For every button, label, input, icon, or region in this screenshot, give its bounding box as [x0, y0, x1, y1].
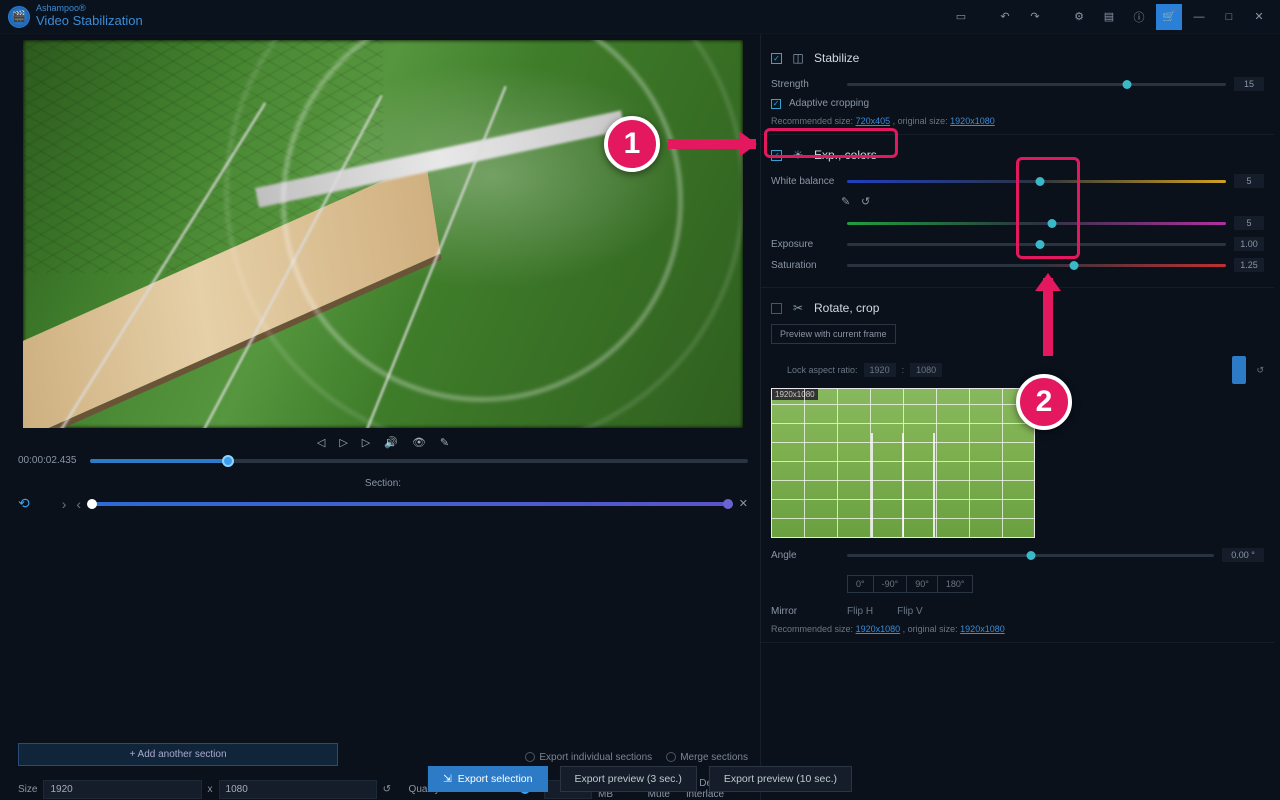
wb-value[interactable]: 5 — [1234, 174, 1264, 188]
section-close-icon[interactable]: ✕ — [739, 497, 748, 510]
exposure-value[interactable]: 1.00 — [1234, 237, 1264, 251]
saturation-label: Saturation — [771, 260, 839, 271]
brightness-icon: ☀ — [790, 147, 806, 163]
size-label: Size — [18, 784, 37, 795]
app-logo: 🎬 — [8, 6, 30, 28]
exposure-label: Exposure — [771, 239, 839, 250]
tool-icon[interactable]: ✎ — [440, 436, 449, 449]
angle-value[interactable]: 0.00 ° — [1222, 548, 1264, 562]
close-icon[interactable]: ✕ — [1246, 4, 1272, 30]
section-range-slider[interactable] — [91, 502, 729, 506]
settings-icon[interactable]: ⚙ — [1066, 4, 1092, 30]
cart-icon[interactable]: 🛒 — [1156, 4, 1182, 30]
stabilize-icon: ◫ — [790, 50, 806, 66]
crop-icon: ✂ — [790, 300, 806, 316]
stab-orig-label: , original size: — [893, 116, 948, 126]
timecode: 00:00:02.435 — [18, 455, 80, 466]
open-icon[interactable]: ▭ — [948, 4, 974, 30]
mirror-label: Mirror — [771, 606, 839, 617]
angle-slider[interactable] — [847, 554, 1214, 557]
minimize-icon[interactable]: — — [1186, 4, 1212, 30]
preview-frame-button[interactable]: Preview with current frame — [771, 324, 896, 344]
adaptive-crop-label: Adaptive cropping — [789, 98, 869, 109]
export-selection-button[interactable]: ⇲ Export selection — [428, 766, 548, 792]
stabilize-panel: ✓ ◫ Stabilize Strength 15 ✓ Adaptive cro… — [761, 38, 1274, 135]
timeline-slider[interactable] — [90, 459, 748, 463]
title-bar: 🎬 Ashampoo® Video Stabilization ▭ ↶ ↷ ⚙ … — [0, 0, 1280, 34]
rot-orig-label: , original size: — [903, 624, 958, 634]
rotate-m90-button[interactable]: -90° — [874, 575, 908, 593]
video-preview — [23, 40, 743, 428]
flip-h-button[interactable]: Flip H — [847, 606, 873, 617]
ar-sep: : — [902, 365, 905, 375]
strength-value[interactable]: 15 — [1234, 77, 1264, 91]
reset-size-icon[interactable]: ↺ — [383, 784, 391, 795]
section-label: Section: — [18, 478, 748, 489]
maximize-icon[interactable]: □ — [1216, 4, 1242, 30]
section-prev-icon[interactable]: ‹ — [76, 496, 81, 512]
saturation-slider[interactable] — [847, 264, 1226, 267]
rot-orig-size-link[interactable]: 1920x1080 — [960, 624, 1005, 634]
rot-rec-size-link[interactable]: 1920x1080 — [856, 624, 901, 634]
view-icon[interactable]: 👁 — [412, 436, 426, 449]
lock-ar-label: Lock aspect ratio: — [787, 365, 858, 375]
merge-sections-label: Merge sections — [680, 752, 748, 763]
undo-icon[interactable]: ↶ — [992, 4, 1018, 30]
crop-preview[interactable]: 1920x1080 — [771, 388, 1035, 538]
stabilize-title: Stabilize — [814, 51, 859, 65]
rotate-panel: ✂ Rotate, crop Preview with current fram… — [761, 288, 1274, 643]
angle-label: Angle — [771, 550, 839, 561]
notes-icon[interactable]: ▤ — [1096, 4, 1122, 30]
rotate-title: Rotate, crop — [814, 301, 879, 315]
redo-icon[interactable]: ↷ — [1022, 4, 1048, 30]
stab-rec-label: Recommended size: — [771, 116, 853, 126]
play-icon[interactable]: ▷ — [339, 436, 347, 449]
eyedropper-icon[interactable]: ✎ — [841, 195, 855, 209]
exposure-slider[interactable] — [847, 243, 1226, 246]
tint-value[interactable]: 5 — [1234, 216, 1264, 230]
volume-icon[interactable]: 🔊 — [384, 436, 398, 449]
strength-label: Strength — [771, 79, 839, 90]
loop-icon[interactable]: ⟲ — [18, 495, 30, 512]
wb-slider[interactable] — [847, 180, 1226, 183]
info-icon[interactable]: ⓘ — [1126, 4, 1152, 30]
prev-frame-icon[interactable]: ◁ — [317, 436, 325, 449]
export-preview-10s-button[interactable]: Export preview (10 sec.) — [709, 766, 852, 792]
app-title: Ashampoo® Video Stabilization — [36, 4, 143, 28]
next-frame-icon[interactable]: ▷ — [362, 436, 370, 449]
width-input[interactable]: 1920 — [43, 780, 201, 799]
stabilize-checkbox[interactable]: ✓ — [771, 53, 782, 64]
x-label: x — [208, 784, 213, 795]
transport-controls: ◁ ▷ ▷ 🔊 👁 ✎ — [18, 436, 748, 449]
section-next-icon[interactable]: › — [62, 496, 67, 512]
export-icon: ⇲ — [443, 773, 452, 785]
adaptive-crop-checkbox[interactable]: ✓ — [771, 99, 781, 109]
colors-title: Exp., colors — [814, 148, 877, 162]
wb-label: White balance — [771, 176, 839, 187]
flip-v-button[interactable]: Flip V — [897, 606, 923, 617]
colors-panel: ✓ ☀ Exp., colors White balance 5 ✎ ↺ 5 E… — [761, 135, 1274, 288]
export-preview-3s-button[interactable]: Export preview (3 sec.) — [559, 766, 696, 792]
ar-height-input[interactable]: 1080 — [910, 363, 942, 377]
saturation-value[interactable]: 1.25 — [1234, 258, 1264, 272]
reset-ar-icon[interactable]: ↺ — [1256, 365, 1264, 376]
merge-sections-radio[interactable] — [666, 752, 676, 762]
rotate-180-button[interactable]: 180° — [938, 575, 974, 593]
rotate-checkbox[interactable] — [771, 303, 782, 314]
colors-checkbox[interactable]: ✓ — [771, 150, 782, 161]
rot-rec-label: Recommended size: — [771, 624, 853, 634]
rotate-90-button[interactable]: 90° — [907, 575, 938, 593]
rotate-0-button[interactable]: 0° — [847, 575, 874, 593]
stab-orig-size-link[interactable]: 1920x1080 — [950, 116, 995, 126]
add-section-button[interactable]: + Add another section — [18, 743, 338, 766]
ar-width-input[interactable]: 1920 — [864, 363, 896, 377]
stab-rec-size-link[interactable]: 720x405 — [856, 116, 891, 126]
reset-wb-icon[interactable]: ↺ — [861, 195, 875, 209]
height-input[interactable]: 1080 — [219, 780, 377, 799]
export-individual-label: Export individual sections — [539, 752, 652, 763]
tint-slider[interactable] — [847, 222, 1226, 225]
export-individual-radio[interactable] — [525, 752, 535, 762]
orientation-toggle[interactable] — [1232, 356, 1246, 384]
strength-slider[interactable] — [847, 83, 1226, 86]
